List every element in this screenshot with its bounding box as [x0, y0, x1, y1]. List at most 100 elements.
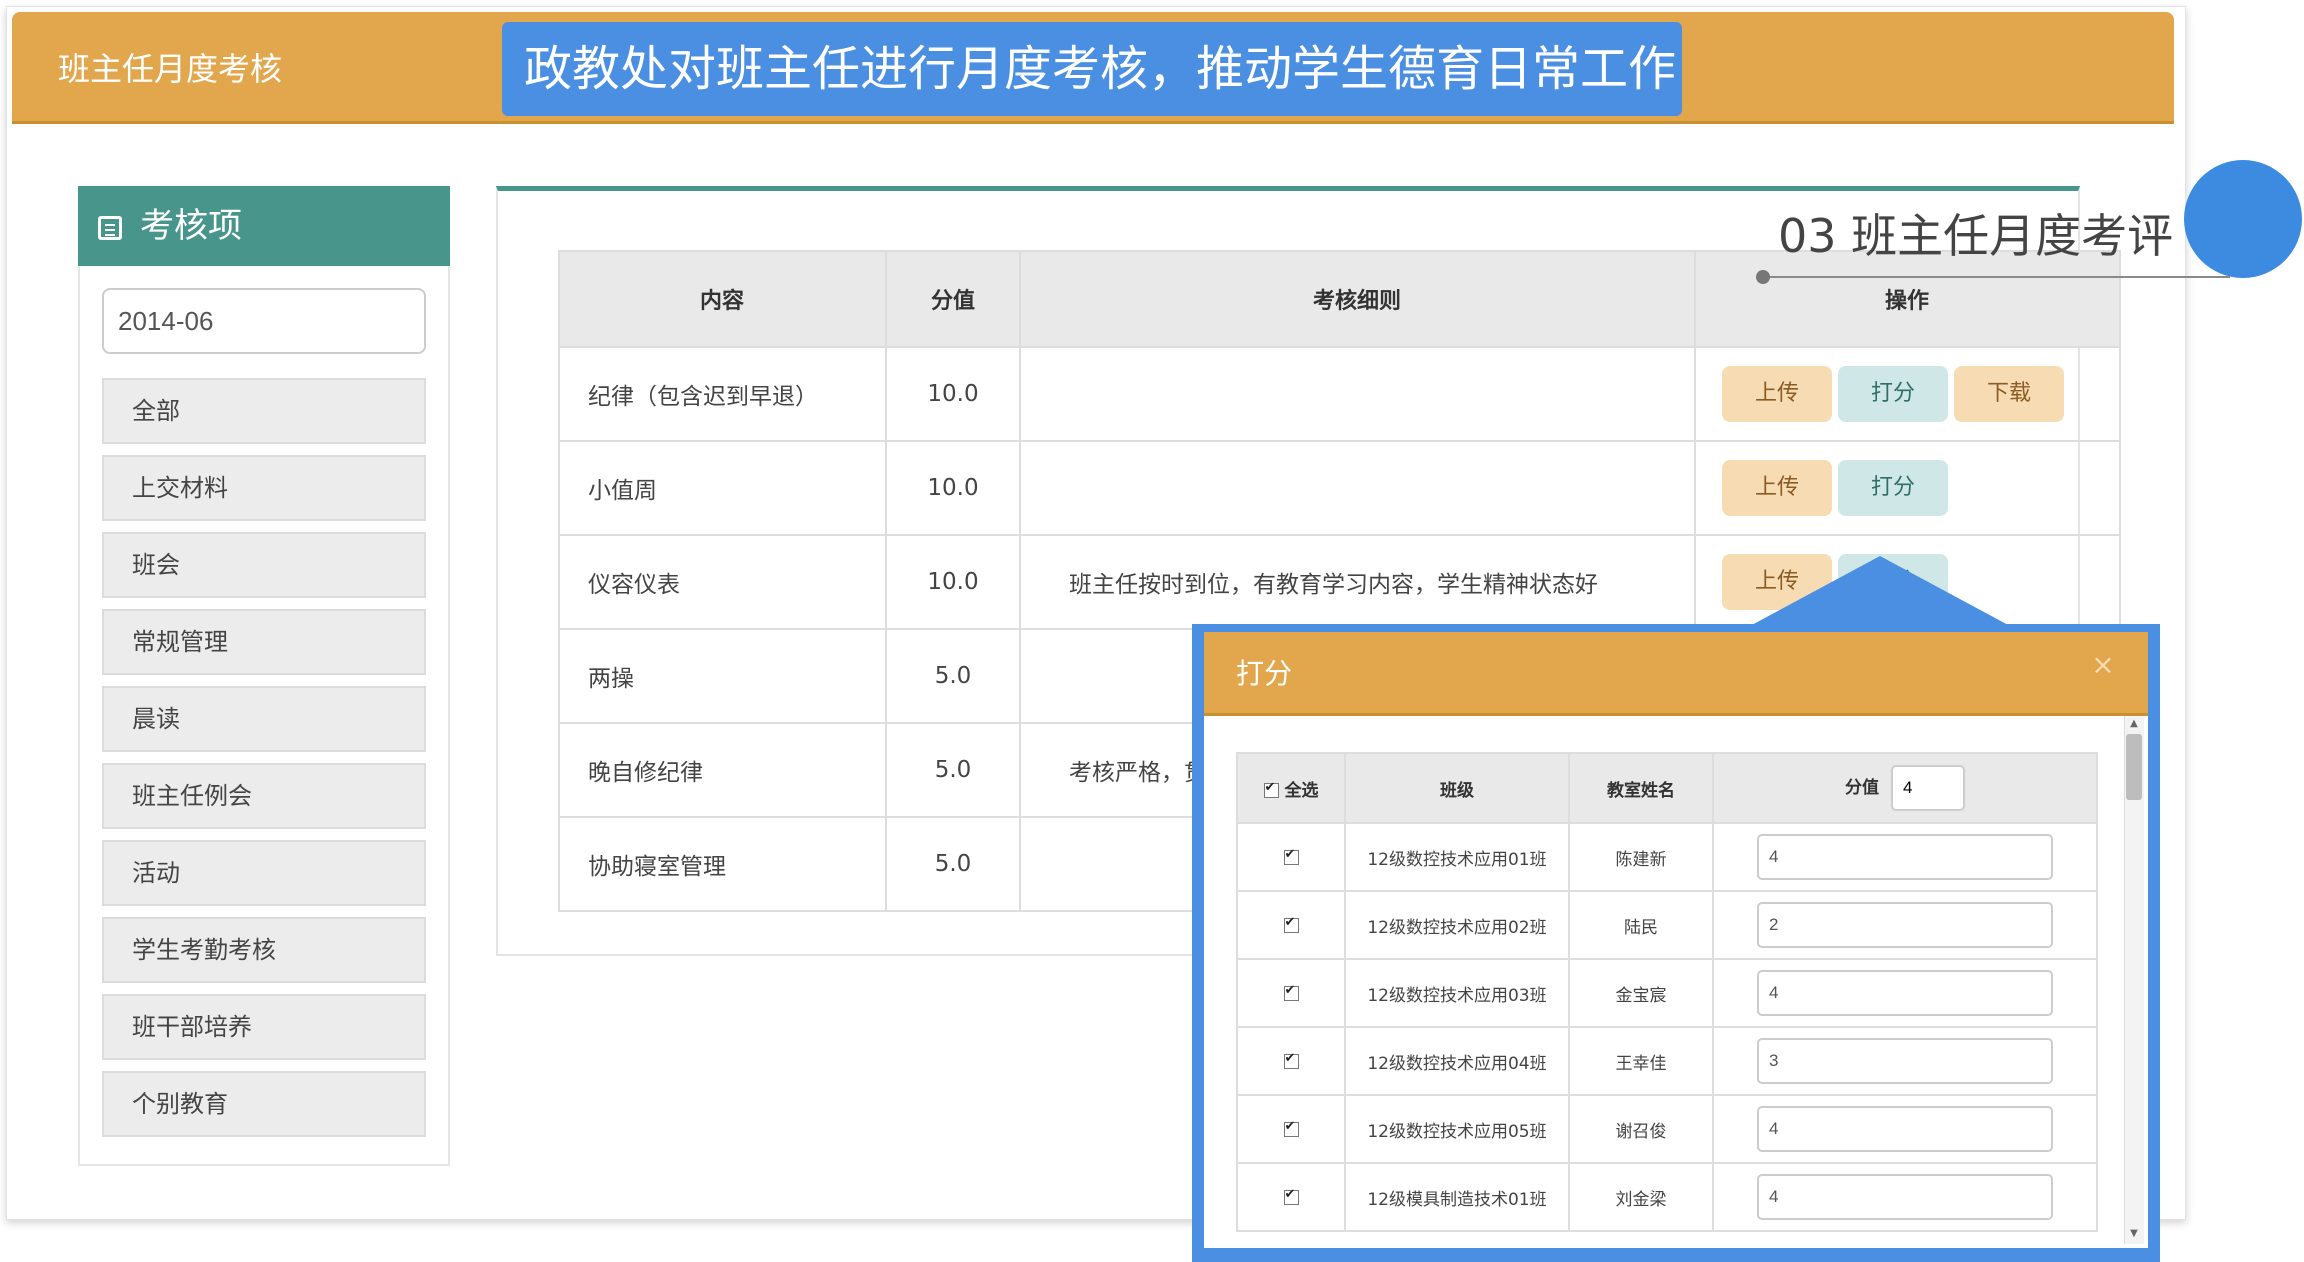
cell-score: 10.0 — [885, 346, 1021, 442]
table-row: 12级数控技术应用02班 陆民 — [1236, 890, 2098, 960]
cell-class: 12级数控技术应用01班 — [1344, 822, 1570, 892]
month-input[interactable] — [102, 288, 426, 354]
cell-class: 12级数控技术应用04班 — [1344, 1026, 1570, 1096]
row-checkbox[interactable] — [1283, 1119, 1299, 1137]
select-all-checkbox[interactable] — [1263, 780, 1279, 798]
dialog-title: 打分 — [1204, 632, 2148, 716]
score-input[interactable] — [1757, 902, 2053, 948]
sidebar-item-cadre[interactable]: 班干部培养 — [102, 994, 426, 1060]
cell-content: 晚自修纪律 — [558, 722, 887, 818]
row-checkbox[interactable] — [1283, 1187, 1299, 1205]
sidebar-item-activity[interactable]: 活动 — [102, 840, 426, 906]
score-button[interactable]: 打分 — [1838, 366, 1948, 422]
row-checkbox[interactable] — [1283, 915, 1299, 933]
score-input[interactable] — [1757, 1106, 2053, 1152]
table-row: 12级模具制造技术01班 刘金梁 — [1236, 1162, 2098, 1232]
cell-teacher: 谢召俊 — [1568, 1094, 1714, 1164]
cell-score: 5.0 — [885, 722, 1021, 818]
col-score: 分值 — [885, 250, 1021, 348]
sidebar-item-routine[interactable]: 常规管理 — [102, 609, 426, 675]
cell-class: 12级数控技术应用05班 — [1344, 1094, 1570, 1164]
sidebar-item-materials[interactable]: 上交材料 — [102, 455, 426, 521]
close-icon[interactable]: × — [2088, 650, 2118, 680]
row-checkbox-cell — [1236, 822, 1346, 892]
annotation-label: 03 班主任月度考评 — [1778, 209, 2174, 263]
sidebar-heading-label: 考核项 — [140, 206, 242, 246]
cell-score: 10.0 — [885, 440, 1021, 536]
col-rule: 考核细则 — [1019, 250, 1696, 348]
sidebar-item-individual[interactable]: 个别教育 — [102, 1071, 426, 1137]
cell-teacher: 刘金梁 — [1568, 1162, 1714, 1232]
cell-score-input — [1712, 958, 2098, 1028]
cell-score-input — [1712, 1094, 2098, 1164]
col-teacher: 教室姓名 — [1568, 752, 1714, 824]
select-all-label: 全选 — [1284, 780, 1319, 801]
row-checkbox-cell — [1236, 958, 1346, 1028]
col-score-value: 分值 — [1712, 752, 2098, 824]
col-class: 班级 — [1344, 752, 1570, 824]
cell-score-input — [1712, 822, 2098, 892]
cell-score-input — [1712, 1026, 2098, 1096]
list-icon — [98, 216, 122, 240]
cell-teacher: 王幸佳 — [1568, 1026, 1714, 1096]
cell-class: 12级模具制造技术01班 — [1344, 1162, 1570, 1232]
cell-teacher: 陈建新 — [1568, 822, 1714, 892]
cell-rule: 班主任按时到位，有教育学习内容，学生精神状态好 — [1019, 534, 1696, 630]
table-row: 12级数控技术应用03班 金宝宸 — [1236, 958, 2098, 1028]
table-row: 纪律（包含迟到早退） 10.0 上传 打分 下载 — [558, 346, 2121, 442]
cell-rule — [1019, 346, 1696, 442]
cell-content: 仪容仪表 — [558, 534, 887, 630]
cell-teacher: 陆民 — [1568, 890, 1714, 960]
sidebar-item-teacher-meeting[interactable]: 班主任例会 — [102, 763, 426, 829]
row-checkbox-cell — [1236, 1026, 1346, 1096]
score-table-header: 全选 班级 教室姓名 分值 — [1236, 752, 2098, 824]
cell-actions: 上传 打分 下载 — [1694, 346, 2121, 442]
table-row: 12级数控技术应用01班 陈建新 — [1236, 822, 2098, 892]
sidebar-item-morning-reading[interactable]: 晨读 — [102, 686, 426, 752]
annotation-dot — [1756, 270, 1770, 284]
cell-content: 纪律（包含迟到早退） — [558, 346, 887, 442]
cell-class: 12级数控技术应用03班 — [1344, 958, 1570, 1028]
score-input[interactable] — [1757, 1174, 2053, 1220]
cell-content: 协助寝室管理 — [558, 816, 887, 912]
select-all-header: 全选 — [1236, 752, 1346, 824]
app-title: 班主任月度考核 — [58, 50, 283, 88]
cell-score: 5.0 — [885, 816, 1021, 912]
sidebar-heading: 考核项 — [78, 186, 450, 266]
sidebar-item-all[interactable]: 全部 — [102, 378, 426, 444]
scroll-up-icon[interactable]: ▲ — [2126, 716, 2142, 732]
cell-actions: 上传 打分 — [1694, 440, 2121, 536]
table-row: 小值周 10.0 上传 打分 — [558, 440, 2121, 536]
row-checkbox[interactable] — [1283, 1051, 1299, 1069]
score-button[interactable]: 打分 — [1838, 460, 1948, 516]
cell-content: 小值周 — [558, 440, 887, 536]
annotation-leader-line — [1760, 276, 2230, 278]
score-input[interactable] — [1757, 1038, 2053, 1084]
cell-score: 5.0 — [885, 628, 1021, 724]
table-row: 12级数控技术应用04班 王幸佳 — [1236, 1026, 2098, 1096]
batch-score-input[interactable] — [1891, 765, 1965, 811]
sidebar-item-attendance[interactable]: 学生考勤考核 — [102, 917, 426, 983]
table-row: 12级数控技术应用05班 谢召俊 — [1236, 1094, 2098, 1164]
sidebar-item-class-meeting[interactable]: 班会 — [102, 532, 426, 598]
col-content: 内容 — [558, 250, 887, 348]
upload-button[interactable]: 上传 — [1722, 366, 1832, 422]
scrollbar-thumb[interactable] — [2126, 734, 2142, 800]
scroll-down-icon[interactable]: ▼ — [2126, 1226, 2142, 1242]
download-button[interactable]: 下载 — [1954, 366, 2064, 422]
score-input[interactable] — [1757, 834, 2053, 880]
cell-score: 10.0 — [885, 534, 1021, 630]
cell-score-input — [1712, 1162, 2098, 1232]
score-input[interactable] — [1757, 970, 2053, 1016]
decorative-circle — [2184, 160, 2302, 278]
row-checkbox-cell — [1236, 1162, 1346, 1232]
row-checkbox[interactable] — [1283, 983, 1299, 1001]
dialog-pointer — [1750, 556, 2010, 626]
upload-button[interactable]: 上传 — [1722, 460, 1832, 516]
row-checkbox[interactable] — [1283, 847, 1299, 865]
score-table: 全选 班级 教室姓名 分值 12级数控技术应用01班 陈建新 12级数控技术应用… — [1236, 752, 2098, 1232]
row-checkbox-cell — [1236, 890, 1346, 960]
col-score-label: 分值 — [1845, 778, 1879, 798]
row-checkbox-cell — [1236, 1094, 1346, 1164]
cell-content: 两操 — [558, 628, 887, 724]
